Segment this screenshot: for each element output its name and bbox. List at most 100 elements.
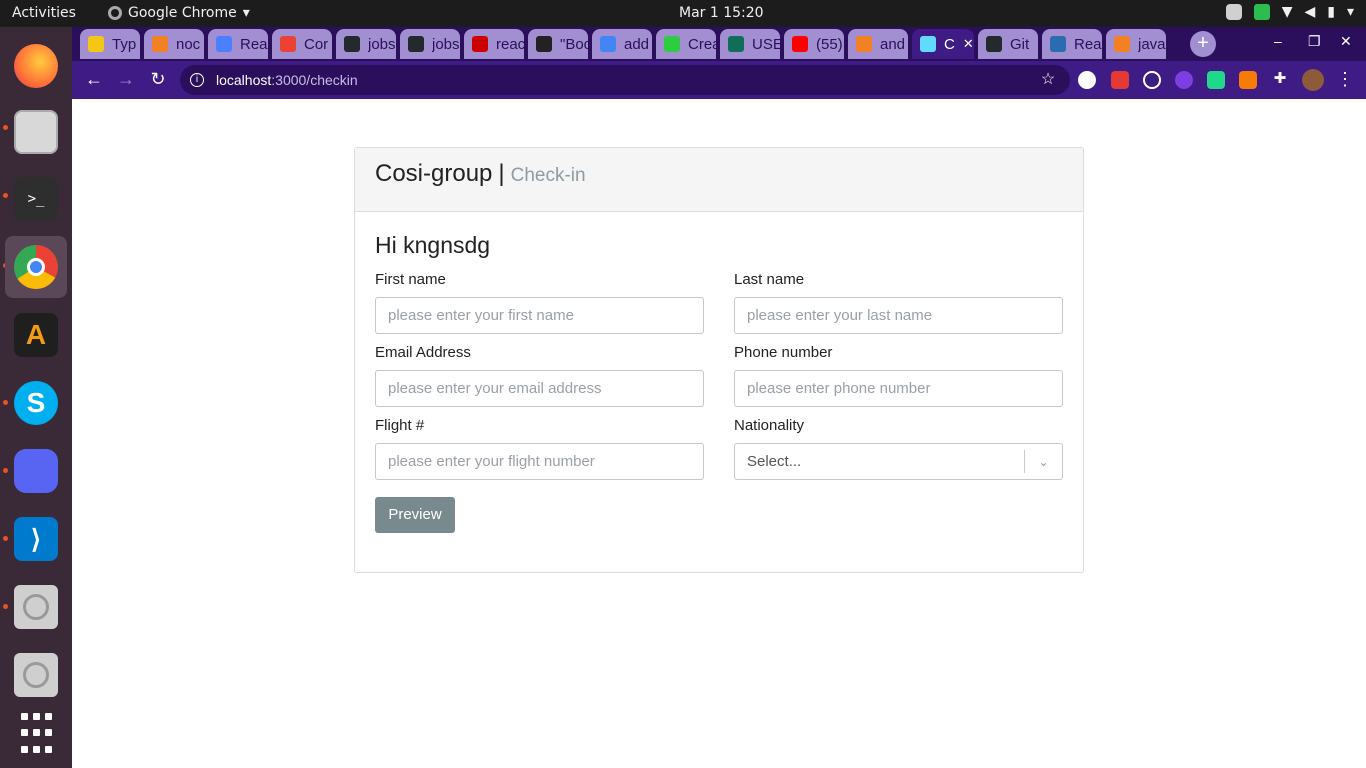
tab-title: "Boo	[560, 35, 588, 53]
browser-tab[interactable]: jobs	[336, 29, 396, 59]
back-arrow-icon[interactable]: ←	[83, 69, 105, 90]
first-name-field[interactable]	[375, 297, 704, 334]
extension-icon[interactable]	[1111, 71, 1129, 89]
dock-show-apps[interactable]	[5, 702, 67, 764]
browser-toolbar: ← → ↻ i localhost:3000/checkin ☆ ✚ ⋮	[72, 61, 1366, 99]
last-name-label: Last name	[734, 271, 805, 288]
tab-title: Rea	[1074, 35, 1102, 53]
nationality-select[interactable]: Select... ⌄	[734, 443, 1063, 480]
browser-tab[interactable]: Typ	[80, 29, 140, 59]
browser-tab[interactable]: jobs	[400, 29, 460, 59]
kebab-menu-icon[interactable]: ⋮	[1334, 69, 1356, 90]
tab-favicon-icon	[536, 36, 552, 52]
forward-arrow-icon[interactable]: →	[115, 69, 137, 90]
dock: >_ A S ⟩	[0, 27, 72, 768]
browser-tab[interactable]: C ✕	[912, 29, 974, 59]
wifi-icon[interactable]: ▼	[1282, 4, 1293, 20]
skype-icon: S	[14, 381, 58, 425]
close-window-icon[interactable]: ✕	[1340, 33, 1352, 50]
browser-tab[interactable]: Rea	[1042, 29, 1102, 59]
close-tab-icon[interactable]: ✕	[963, 36, 974, 52]
dock-alacritty[interactable]: A	[5, 304, 67, 366]
preview-button[interactable]: Preview	[375, 497, 455, 533]
browser-tab[interactable]: (55)	[784, 29, 844, 59]
files-icon	[14, 110, 58, 154]
browser-tab[interactable]: Rea	[208, 29, 268, 59]
dock-vscode[interactable]: ⟩	[5, 508, 67, 570]
tab-title: noc	[176, 35, 201, 53]
tab-favicon-icon	[856, 36, 872, 52]
info-icon[interactable]: i	[190, 73, 204, 87]
tab-favicon-icon	[728, 36, 744, 52]
browser-tab[interactable]: Crea	[656, 29, 716, 59]
shield-check-icon[interactable]	[1253, 4, 1270, 20]
new-tab-button[interactable]: +	[1190, 31, 1216, 57]
maximize-icon[interactable]: ❐	[1308, 33, 1321, 50]
card-header: Cosi-group | Check-in	[355, 148, 1083, 212]
browser-tab[interactable]: add	[592, 29, 652, 59]
minimize-icon[interactable]: –	[1274, 33, 1282, 49]
nationality-value: Select...	[747, 453, 802, 470]
dock-skype[interactable]: S	[5, 372, 67, 434]
extension-icon[interactable]	[1239, 71, 1257, 89]
avatar[interactable]	[1302, 69, 1324, 91]
vscode-icon: ⟩	[14, 517, 58, 561]
browser-tab[interactable]: and	[848, 29, 908, 59]
discord-tray-icon[interactable]	[1225, 4, 1242, 20]
tab-title: Git	[1010, 35, 1030, 53]
chevron-down-icon[interactable]: ⌄	[1024, 450, 1062, 473]
volume-icon[interactable]: ◀	[1304, 4, 1315, 20]
dock-discord[interactable]	[5, 440, 67, 502]
extension-icon[interactable]	[1207, 71, 1225, 89]
address-bar[interactable]: i localhost:3000/checkin	[180, 65, 1070, 95]
browser-tab[interactable]: reac	[464, 29, 524, 59]
extension-icon[interactable]	[1143, 71, 1161, 89]
clock[interactable]: Mar 1 15:20	[679, 5, 764, 21]
last-name-group: Last name	[734, 271, 1063, 334]
alacritty-icon: A	[14, 313, 58, 357]
tab-title: and	[880, 35, 906, 53]
reload-icon[interactable]: ↻	[147, 69, 169, 90]
tab-title: USE	[752, 35, 780, 53]
tab-favicon-icon	[216, 36, 232, 52]
tab-favicon-icon	[344, 36, 360, 52]
browser-tab[interactable]: Cor	[272, 29, 332, 59]
phone-group: Phone number	[734, 344, 1063, 407]
bookmark-star-icon[interactable]: ☆	[1037, 69, 1059, 89]
dock-disk-1[interactable]	[5, 576, 67, 638]
system-tray[interactable]: ▼ ◀ ▮ ▾	[1225, 4, 1354, 20]
browser-tab[interactable]: Git	[978, 29, 1038, 59]
nationality-label: Nationality	[734, 417, 805, 434]
dock-files[interactable]	[5, 101, 67, 163]
browser-tab[interactable]: "Boo	[528, 29, 588, 59]
phone-field[interactable]	[734, 370, 1063, 407]
tab-favicon-icon	[408, 36, 424, 52]
tab-title: (55)	[816, 35, 843, 53]
browser-tab[interactable]: USE	[720, 29, 780, 59]
tab-title: reac	[496, 35, 524, 53]
activities-button[interactable]: Activities	[12, 5, 76, 21]
dock-terminal[interactable]: >_	[5, 168, 67, 230]
tab-title: Crea	[688, 35, 716, 53]
caret-down-icon[interactable]: ▾	[1347, 4, 1354, 20]
extension-icon[interactable]	[1175, 71, 1193, 89]
dock-firefox[interactable]	[5, 35, 67, 97]
battery-icon[interactable]: ▮	[1327, 4, 1335, 20]
puzzle-icon[interactable]: ✚	[1269, 69, 1291, 87]
dock-chrome[interactable]	[5, 236, 67, 298]
extension-icon[interactable]	[1078, 71, 1096, 89]
email-field[interactable]	[375, 370, 704, 407]
tab-strip: Typ noc Rea Cor jobs jobs reac "Boo add Crea USE (5…	[72, 27, 1366, 61]
page-subtitle: Check-in	[510, 165, 586, 186]
tab-title: C	[944, 35, 955, 53]
dock-disk-2[interactable]	[5, 644, 67, 706]
app-menu[interactable]: Google Chrome ▾	[108, 5, 250, 21]
tab-title: jobs	[432, 35, 460, 53]
firefox-icon	[14, 44, 58, 88]
flight-number-field[interactable]	[375, 443, 704, 480]
browser-tab[interactable]: java	[1106, 29, 1166, 59]
last-name-field[interactable]	[734, 297, 1063, 334]
browser-tab[interactable]: noc	[144, 29, 204, 59]
tab-favicon-icon	[920, 36, 936, 52]
phone-label: Phone number	[734, 344, 833, 361]
